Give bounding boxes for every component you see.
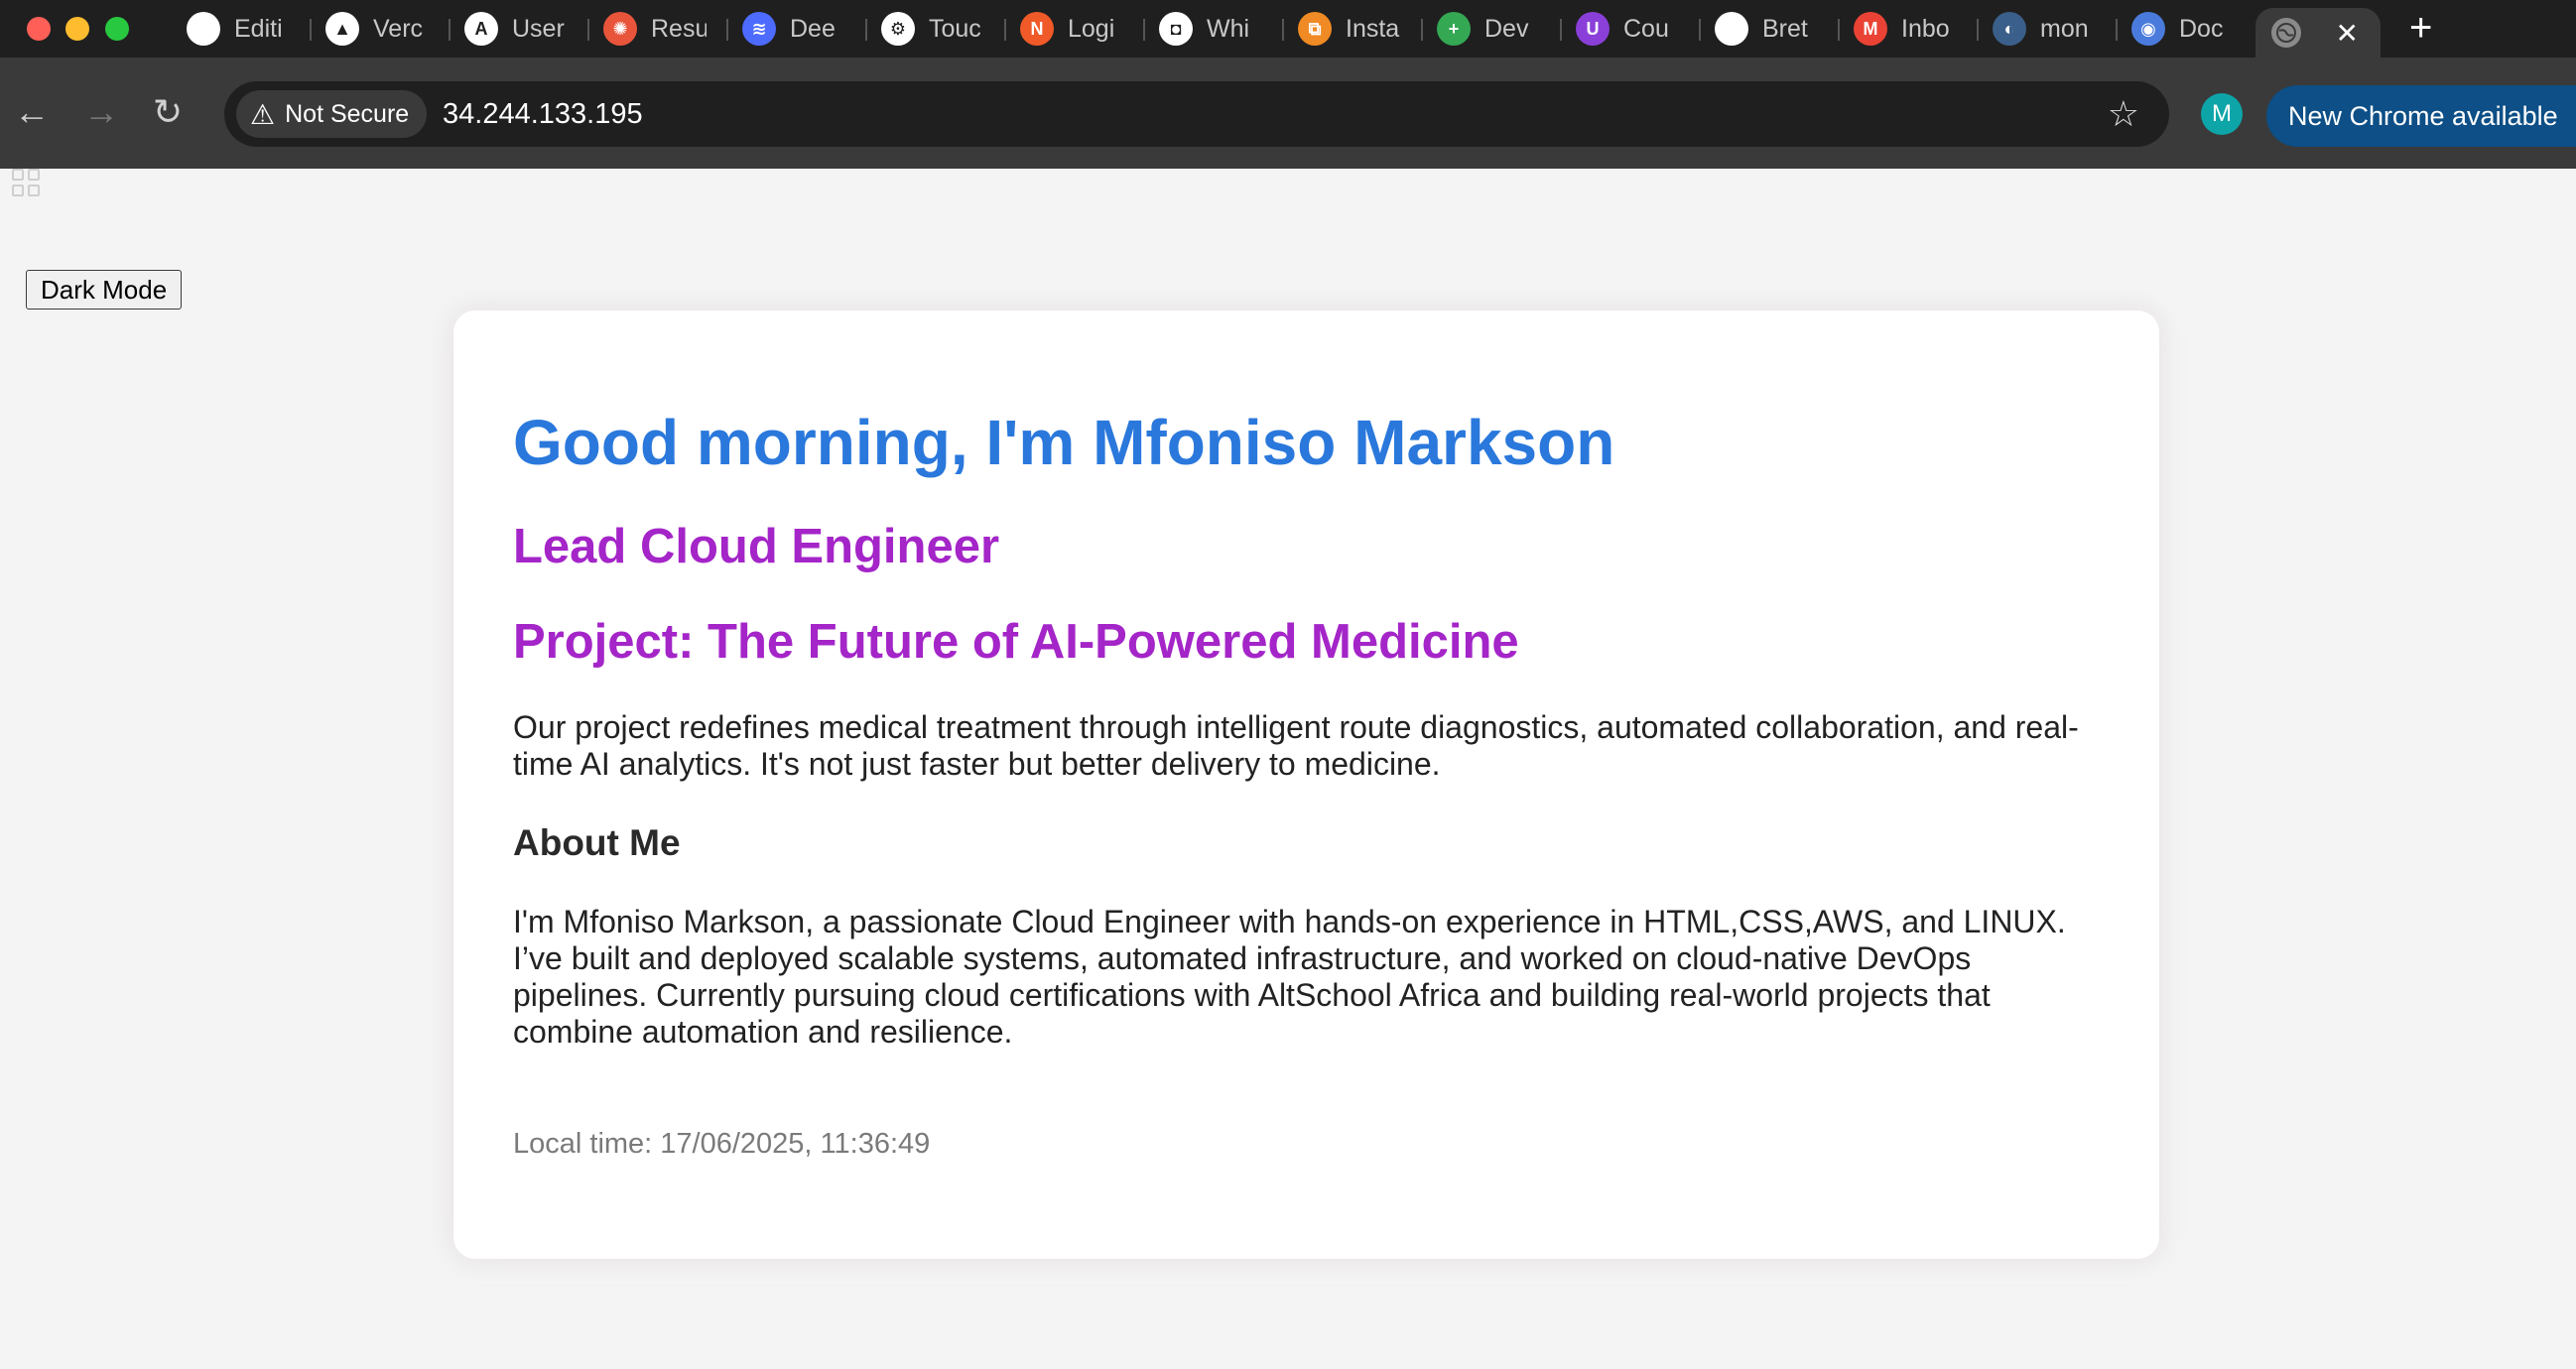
browser-tab[interactable]: ▲ Verc xyxy=(310,0,449,58)
tab-title: Cou xyxy=(1623,14,1669,43)
browser-tab[interactable]: ◐ mon xyxy=(1977,0,2116,58)
vercel-icon: ▲ xyxy=(325,12,359,46)
browser-tab[interactable]: ≋ Dee xyxy=(726,0,865,58)
openai-icon: ⚙ xyxy=(881,12,915,46)
browser-tab[interactable]: ✺ Resu xyxy=(587,0,726,58)
browser-tab[interactable]: M Inbo xyxy=(1838,0,1977,58)
back-arrow-icon[interactable]: ← xyxy=(14,92,50,132)
minimize-window-button[interactable] xyxy=(65,17,89,41)
tab-title: Whi xyxy=(1207,14,1250,43)
circle-logo-icon: ◐ xyxy=(1993,12,2026,46)
tab-list: Editi ▲ Verc A User ✺ Resu ≋ Dee ⚙ Touc N Logi ◘ Whi ⧉ I… xyxy=(171,0,2254,58)
browser-tab[interactable]: U Cou xyxy=(1560,0,1699,58)
tab-title: Resu xyxy=(651,14,707,43)
tab-active[interactable]: ✕ xyxy=(2255,8,2381,58)
browser-tab[interactable]: + Dev xyxy=(1421,0,1560,58)
browser-tab[interactable]: Bret xyxy=(1699,0,1838,58)
local-time: Local time: 17/06/2025, 11:36:49 xyxy=(513,1127,931,1160)
role-heading: Lead Cloud Engineer xyxy=(513,519,1000,573)
tab-title: User xyxy=(512,14,565,43)
course-purple-icon: U xyxy=(1576,12,1610,46)
zoom-window-button[interactable] xyxy=(105,17,129,41)
tab-title: Editi xyxy=(234,14,283,43)
github-icon xyxy=(187,12,220,46)
instance-orange-icon: ⧉ xyxy=(1298,12,1332,46)
tab-title: mon xyxy=(2040,14,2089,43)
browser-tab[interactable]: A User xyxy=(449,0,587,58)
login-orange-icon: N xyxy=(1020,12,1054,46)
warning-triangle-icon: ⚠ xyxy=(250,98,276,130)
page-viewport: Dark Mode Good morning, I'm Mfoniso Mark… xyxy=(0,228,2576,1369)
browser-tab[interactable]: ⚙ Touc xyxy=(865,0,1004,58)
greeting-heading: Good morning, I'm Mfoniso Markson xyxy=(513,407,1615,478)
about-heading: About Me xyxy=(513,821,681,863)
new-tab-button[interactable]: + xyxy=(2409,6,2432,51)
bookmark-star-icon[interactable]: ☆ xyxy=(2108,93,2139,135)
browser-tab[interactable]: ⧉ Insta xyxy=(1282,0,1421,58)
security-label: Not Secure xyxy=(285,99,410,128)
browser-tab[interactable]: ◘ Whi xyxy=(1143,0,1282,58)
url-text[interactable]: 34.244.133.195 xyxy=(443,98,643,131)
address-bar[interactable]: ⚠ Not Secure 34.244.133.195 ☆ xyxy=(224,81,2169,147)
forward-arrow-icon[interactable]: → xyxy=(83,92,119,132)
tab-title: Dee xyxy=(790,14,836,43)
close-window-button[interactable] xyxy=(27,17,51,41)
tab-title: Insta xyxy=(1346,14,1400,43)
tab-title: Verc xyxy=(373,14,424,43)
deepseek-icon: ≋ xyxy=(742,12,776,46)
browser-tab[interactable]: N Logi xyxy=(1004,0,1143,58)
browser-tab[interactable]: Editi xyxy=(171,0,310,58)
project-summary: Our project redefines medical treatment … xyxy=(513,708,2079,782)
browser-toolbar: ← → ↻ ⚠ Not Secure 34.244.133.195 ☆ M Ne… xyxy=(0,58,2576,196)
new-chrome-available-button[interactable]: New Chrome available xyxy=(2266,85,2576,147)
browser-tab[interactable]: ◉ Doc xyxy=(2116,0,2254,58)
github-icon xyxy=(1715,12,1748,46)
reload-icon[interactable]: ↻ xyxy=(153,92,183,132)
close-tab-icon[interactable]: ✕ xyxy=(2336,17,2359,50)
apps-grid-icon[interactable] xyxy=(12,169,42,198)
dark-mode-button[interactable]: Dark Mode xyxy=(26,270,183,310)
project-heading: Project: The Future of AI-Powered Medici… xyxy=(513,614,1519,669)
gmail-icon: M xyxy=(1854,12,1887,46)
green-sheet-icon: + xyxy=(1437,12,1471,46)
profile-card: Good morning, I'm Mfoniso Markson Lead C… xyxy=(453,311,2159,1259)
tab-title: Logi xyxy=(1068,14,1115,43)
sunburst-icon: ✺ xyxy=(603,12,637,46)
docker-icon: ◉ xyxy=(2131,12,2165,46)
tab-strip: Editi ▲ Verc A User ✺ Resu ≋ Dee ⚙ Touc N Logi ◘ Whi ⧉ I… xyxy=(0,0,2576,58)
profile-avatar[interactable]: M xyxy=(2201,93,2243,135)
a-logo-icon: A xyxy=(464,12,498,46)
about-text: I'm Mfoniso Markson, a passionate Cloud … xyxy=(513,903,2066,1050)
tab-title: Dev xyxy=(1484,14,1529,43)
globe-icon xyxy=(2271,18,2301,48)
tab-title: Touc xyxy=(929,14,981,43)
tab-title: Bret xyxy=(1762,14,1808,43)
tab-title: Inbo xyxy=(1901,14,1950,43)
security-indicator[interactable]: ⚠ Not Secure xyxy=(236,90,428,138)
tab-title: Doc xyxy=(2179,14,2224,43)
whi-icon: ◘ xyxy=(1159,12,1193,46)
